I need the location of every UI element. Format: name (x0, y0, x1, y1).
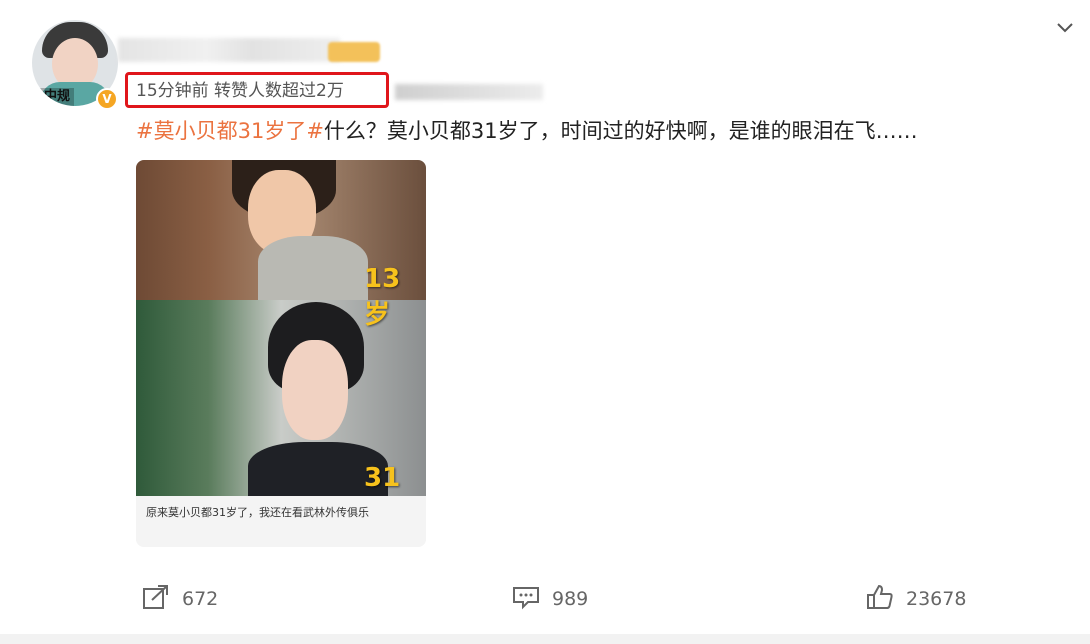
photo-adult-face (282, 340, 348, 440)
hashtag-link[interactable]: #莫小贝都31岁了# (136, 119, 324, 143)
comment-count: 989 (552, 588, 589, 610)
post-meta: 15分钟前 转赞人数超过2万 (136, 81, 344, 101)
username-redacted[interactable] (118, 38, 340, 62)
like-button[interactable]: 23678 (866, 584, 967, 615)
source-redacted (395, 84, 543, 100)
like-count: 23678 (906, 588, 967, 610)
chevron-down-svg (1057, 23, 1073, 33)
age-label-13: 13岁 (364, 264, 401, 330)
post-media-image[interactable]: 13岁 31岁 原来莫小贝都31岁了，我还在看武林外传俱乐 (136, 160, 426, 547)
photo-young-scarf (258, 236, 368, 300)
post-text: #莫小贝都31岁了#什么？莫小贝都31岁了，时间过的好快啊，是谁的眼泪在飞…… (136, 114, 1036, 148)
avatar-name-tag: 中规 (40, 88, 75, 106)
share-icon (142, 584, 170, 615)
post-body: 什么？莫小贝都31岁了，时间过的好快啊，是谁的眼泪在飞…… (323, 119, 918, 143)
weibo-post-card: 中规 V 15分钟前 转赞人数超过2万 #莫小贝都31岁了#什么？莫小贝都31岁… (0, 0, 1090, 634)
media-caption: 原来莫小贝都31岁了，我还在看武林外传俱乐 (136, 496, 426, 547)
repost-button[interactable]: 672 (142, 584, 219, 615)
thumbs-up-icon (866, 584, 894, 615)
member-badge-redacted (328, 42, 380, 62)
repost-count: 672 (182, 588, 219, 610)
chevron-down-icon[interactable] (1054, 16, 1076, 38)
comment-button[interactable]: 989 (512, 586, 588, 612)
comment-icon (512, 584, 540, 615)
verified-badge-icon: V (96, 88, 118, 110)
